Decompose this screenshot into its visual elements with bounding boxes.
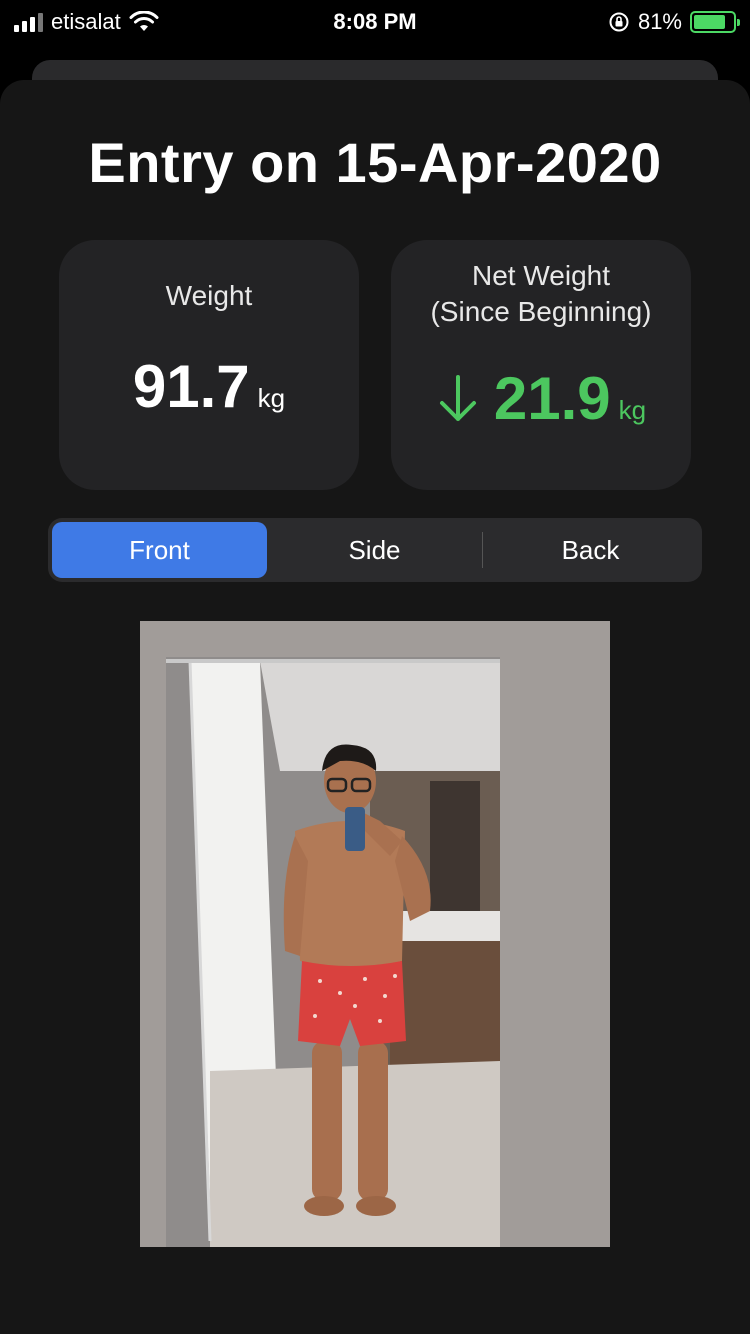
net-weight-label: Net Weight (Since Beginning) — [391, 258, 691, 330]
orientation-lock-icon — [609, 12, 629, 32]
net-weight-value-row: 21.9 kg — [391, 364, 691, 433]
segment-back[interactable]: Back — [483, 522, 698, 578]
cellular-signal-icon — [14, 12, 43, 32]
net-weight-label-line1: Net Weight — [472, 260, 610, 291]
wifi-icon — [129, 11, 159, 31]
net-weight-label-line2: (Since Beginning) — [430, 296, 652, 327]
page-title: Entry on 15-Apr-2020 — [88, 131, 662, 194]
net-weight-card: Net Weight (Since Beginning) 21.9 kg — [391, 240, 691, 490]
segment-side[interactable]: Side — [267, 522, 482, 578]
weight-unit: kg — [257, 383, 286, 413]
view-segmented-control: Front Side Back — [48, 518, 702, 582]
arrow-down-icon — [439, 374, 476, 421]
status-left: etisalat — [14, 9, 159, 35]
net-weight-unit: kg — [618, 395, 647, 425]
status-bar: etisalat 8:08 PM 81% — [0, 0, 750, 44]
weight-value: 91.7 — [132, 353, 250, 420]
weight-label: Weight — [165, 280, 253, 311]
segment-front[interactable]: Front — [52, 522, 267, 578]
progress-photo[interactable] — [140, 621, 610, 1247]
battery-icon — [690, 11, 740, 33]
carrier-name: etisalat — [51, 9, 121, 34]
status-right: 81% — [608, 9, 740, 35]
battery-fill — [694, 15, 725, 29]
weight-value-row: 91.7 kg — [59, 352, 359, 421]
net-weight-value: 21.9 — [493, 365, 611, 432]
weight-card: Weight 91.7 kg — [59, 240, 359, 490]
battery-percent: 81% — [637, 9, 682, 34]
entry-sheet: Entry on 15-Apr-2020 Weight 91.7 kg Net … — [0, 80, 750, 1334]
progress-photo-image — [140, 621, 610, 1247]
